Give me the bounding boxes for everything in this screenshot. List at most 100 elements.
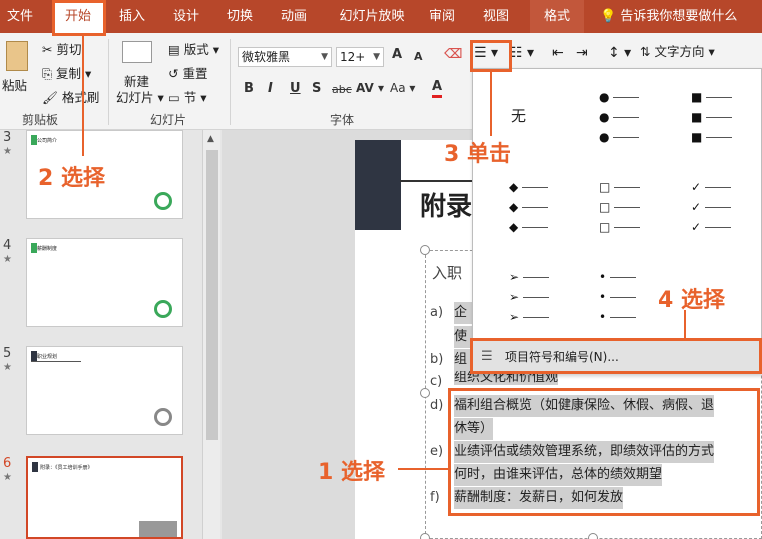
- reset-button[interactable]: ↺ 重置: [168, 63, 207, 82]
- resize-handle[interactable]: [420, 245, 430, 255]
- item-label: c): [430, 374, 443, 389]
- highlight-menu-item: [470, 338, 762, 374]
- new-slide-button[interactable]: 幻灯片 ▾: [116, 87, 164, 106]
- tab-insert[interactable]: 插入: [110, 0, 154, 33]
- scissors-icon: ✂: [42, 42, 53, 57]
- scrollbar-thumb[interactable]: [206, 150, 218, 440]
- group-divider: [108, 39, 109, 125]
- shrink-font-button[interactable]: A: [414, 50, 423, 63]
- bullet-option-hollow-square[interactable]: □ □ □: [599, 177, 659, 237]
- layout-button[interactable]: ▤ 版式 ▾: [168, 39, 219, 58]
- copy-icon: ⎘: [42, 66, 53, 81]
- bullet-option-filled-square[interactable]: ■ ■ ■: [691, 87, 751, 147]
- grow-font-button[interactable]: A: [392, 47, 402, 62]
- resize-handle[interactable]: [420, 533, 430, 539]
- callout-line: [82, 36, 84, 156]
- bullet-option-small-dot[interactable]: • • •: [599, 267, 659, 327]
- tell-me-box[interactable]: 💡 告诉我你想要做什么: [600, 0, 737, 33]
- shadow-button[interactable]: S: [312, 81, 321, 96]
- slide-subtitle[interactable]: 入职: [432, 262, 462, 283]
- slide-thumb-line: [31, 361, 81, 362]
- tab-file[interactable]: 文件: [0, 0, 40, 33]
- item-label: d): [430, 398, 444, 413]
- tab-review[interactable]: 审阅: [420, 0, 464, 33]
- bullet-option-diamond[interactable]: ◆ ◆ ◆: [509, 177, 569, 237]
- highlight-selected-text: [448, 388, 760, 516]
- strikethrough-button[interactable]: abc: [332, 83, 352, 96]
- slide-thumb-title: 职业规划: [37, 354, 58, 360]
- slide-thumbnail-6[interactable]: 附录：《员工培训手册》: [26, 456, 183, 539]
- bullet-option-arrow[interactable]: ➢ ➢ ➢: [509, 267, 569, 327]
- bullet-none-option[interactable]: 无: [511, 105, 526, 126]
- highlight-bullets-button: [470, 40, 512, 72]
- progress-ring-icon: [154, 408, 172, 426]
- cut-button[interactable]: ✂ 剪切: [42, 39, 81, 58]
- annotation-step-3: 3 单击: [444, 142, 511, 167]
- bullet-gallery-dropdown: 无 ● ● ● ■ ■ ■ ◆ ◆ ◆ □ □ □ ✓ ✓ ✓ ➢ ➢ ➢ • …: [472, 68, 762, 374]
- slide-thumb-bar: [32, 462, 38, 472]
- increase-indent-button[interactable]: ⇥: [576, 45, 588, 61]
- brush-icon: 🖌: [42, 90, 58, 105]
- tab-transitions[interactable]: 切换: [218, 0, 262, 33]
- bullet-option-checkmark[interactable]: ✓ ✓ ✓: [691, 177, 751, 237]
- font-color-button[interactable]: A: [432, 79, 443, 98]
- font-size-combo[interactable]: 12+ ▼: [336, 47, 384, 67]
- resize-handle[interactable]: [420, 388, 430, 398]
- slide-number: 6: [3, 456, 12, 471]
- item-label: f): [430, 490, 440, 505]
- section-icon: ▭: [168, 90, 180, 105]
- underline-button[interactable]: U: [290, 81, 301, 96]
- paste-button[interactable]: 粘贴: [2, 75, 27, 94]
- new-slide-icon[interactable]: [122, 41, 152, 63]
- slide-thumbnail-5[interactable]: 职业规划: [26, 346, 183, 435]
- slide-title[interactable]: 附录: [420, 186, 472, 223]
- char-spacing-button[interactable]: AV ▾: [356, 81, 384, 95]
- reset-icon: ↺: [168, 66, 179, 81]
- indent-icon: ⇥: [576, 45, 588, 61]
- annotation-step-4: 4 选择: [658, 288, 725, 313]
- resize-handle[interactable]: [588, 533, 598, 539]
- tab-slideshow[interactable]: 幻灯片放映: [330, 0, 414, 33]
- section-button[interactable]: ▭ 节 ▾: [168, 87, 207, 106]
- slide-text-line[interactable]: 企: [454, 302, 472, 324]
- progress-ring-icon: [154, 300, 172, 318]
- group-divider: [230, 39, 231, 125]
- slide-number: 5: [3, 346, 12, 361]
- slide-thumbnail-4[interactable]: 薪酬制度: [26, 238, 183, 327]
- change-case-button[interactable]: Aa ▾: [390, 81, 415, 95]
- thumbnail-scrollbar[interactable]: ▲: [202, 130, 220, 539]
- line-spacing-button[interactable]: ↕ ▾: [608, 45, 631, 61]
- decrease-indent-button[interactable]: ⇤: [552, 45, 564, 61]
- annotation-step-1: 1 选择: [318, 460, 385, 485]
- font-name-combo[interactable]: 微软雅黑 ▼: [238, 47, 332, 67]
- item-label: b): [430, 352, 444, 367]
- tab-view[interactable]: 视图: [474, 0, 518, 33]
- clear-format-icon[interactable]: ⌫: [444, 47, 462, 62]
- numbering-button[interactable]: ☷ ▾: [510, 45, 534, 61]
- callout-line: [398, 468, 448, 470]
- slide-number: 3: [3, 130, 12, 145]
- annotation-step-2: 2 选择: [38, 166, 105, 191]
- star-icon: ★: [3, 254, 12, 265]
- tab-format[interactable]: 格式: [530, 0, 584, 33]
- slide-thumb-title: 公司简介: [37, 138, 58, 144]
- bullet-option-filled-circle[interactable]: ● ● ●: [599, 87, 659, 147]
- text-direction-button[interactable]: ⇅ 文字方向 ▾: [640, 41, 715, 60]
- star-icon: ★: [3, 362, 12, 373]
- italic-button[interactable]: I: [268, 81, 273, 96]
- slide-thumb-image: [139, 521, 177, 537]
- slide-dark-block: [355, 140, 401, 230]
- callout-line: [684, 310, 686, 338]
- star-icon: ★: [3, 472, 12, 483]
- tab-animations[interactable]: 动画: [272, 0, 316, 33]
- slide-title-rule: [400, 180, 480, 182]
- paste-icon[interactable]: [6, 41, 28, 71]
- slide-thumb-title: 薪酬制度: [37, 246, 58, 252]
- format-painter-button[interactable]: 🖌 格式刷: [42, 87, 99, 106]
- callout-line: [490, 72, 492, 136]
- scroll-up-icon[interactable]: ▲: [207, 134, 214, 144]
- item-label: e): [430, 444, 444, 459]
- bold-button[interactable]: B: [244, 81, 254, 96]
- line-spacing-icon: ↕: [608, 45, 620, 61]
- tab-design[interactable]: 设计: [164, 0, 208, 33]
